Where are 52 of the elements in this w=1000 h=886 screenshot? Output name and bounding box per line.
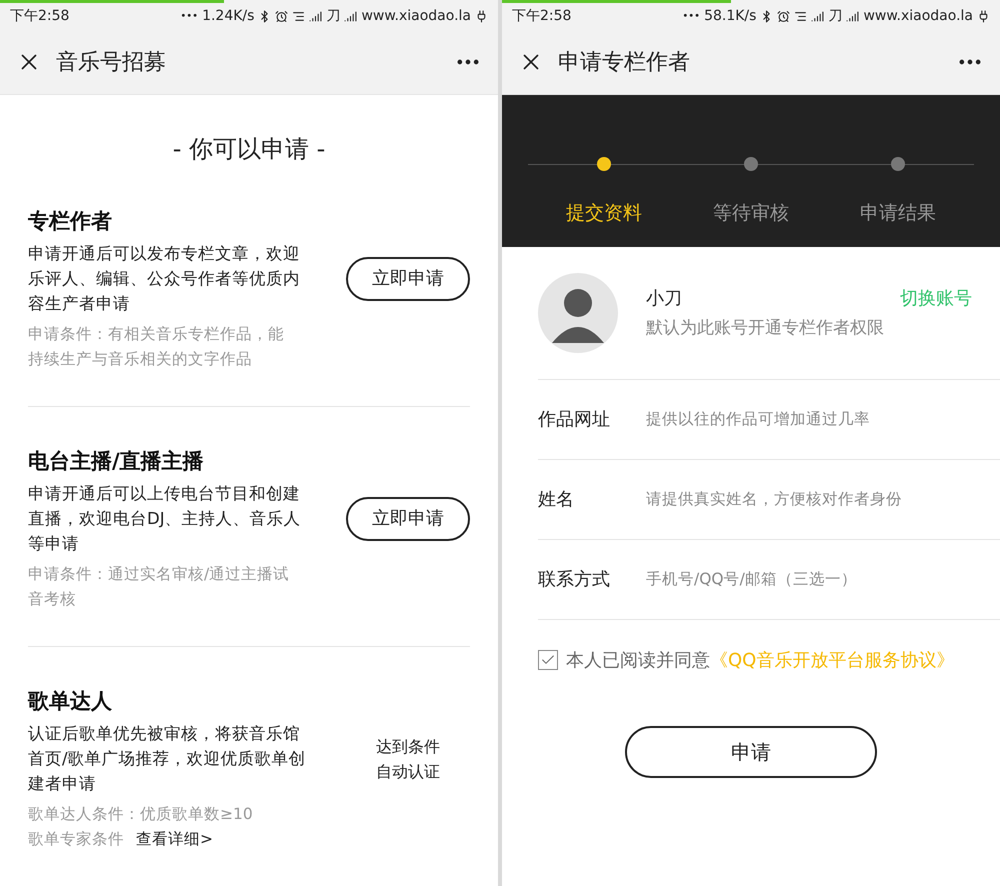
agree-checkbox[interactable] (538, 650, 558, 670)
apply-button[interactable]: 立即申请 (346, 256, 470, 300)
condition-text: 歌单达人条件：优质歌单数≥10 (28, 804, 253, 825)
field-label: 姓名 (538, 488, 575, 512)
lines-icon (794, 10, 808, 23)
lines-icon (292, 10, 306, 23)
more-dots: ••• (180, 10, 198, 24)
signal-icon (344, 10, 358, 23)
section-heading: - 你可以申请 - (172, 134, 326, 165)
field-label: 作品网址 (538, 408, 611, 432)
auto-certify-note: 达到条件 (376, 736, 440, 758)
field-label: 联系方式 (538, 568, 611, 592)
apply-button[interactable]: 立即申请 (346, 496, 470, 540)
account-note: 默认为此账号开通专栏作者权限 (646, 316, 885, 340)
role-title: 歌单达人 (28, 688, 113, 715)
step-label: 等待审核 (713, 201, 789, 226)
condition-text: 申请条件：通过实名审核/通过主播试音考核 (28, 564, 290, 610)
step-label: 申请结果 (860, 201, 936, 226)
input-field[interactable]: 请提供真实姓名，方便核对作者身份 (646, 488, 1000, 512)
details-link[interactable]: 查看详细> (136, 827, 213, 852)
page-title: 音乐号招募 (56, 48, 166, 76)
operator-name: www.xiaodao.la (863, 7, 973, 26)
input-field[interactable]: 提供以往的作品可增加通过几率 (646, 408, 1000, 432)
carrier-name: 刀 (828, 7, 842, 26)
role-title: 电台主播/直播主播 (28, 448, 205, 475)
network-speed: 58.1K/s (704, 7, 756, 26)
signal-icon (811, 10, 824, 23)
role-description: 申请开通后可以发布专栏文章，欢迎乐评人、编辑、公众号作者等优质内容生产者申请 (28, 243, 301, 315)
role-description: 认证后歌单优先被审核，将获音乐馆首页/歌单广场推荐，欢迎优质歌单创建者申请 (28, 723, 307, 795)
status-time: 下午2:58 (512, 7, 572, 26)
charging-icon (977, 10, 990, 23)
carrier-name: 刀 (326, 7, 340, 26)
charging-icon (475, 10, 488, 23)
page-title: 申请专栏作者 (558, 48, 690, 76)
operator-name: www.xiaodao.la (361, 7, 471, 26)
role-description: 申请开通后可以上传电台节目和创建直播，欢迎电台DJ、主持人、音乐人等申请 (28, 483, 302, 555)
user-name: 小刀 (646, 286, 682, 311)
status-time: 下午2:58 (10, 7, 70, 26)
signal-icon (846, 10, 860, 23)
auto-certify-note: 自动认证 (376, 760, 440, 782)
input-field[interactable]: 手机号/QQ号/邮箱（三选一） (646, 568, 1000, 592)
step-label: 提交资料 (566, 201, 642, 226)
network-speed: 1.24K/s (202, 7, 254, 26)
condition-text: 歌单专家条件 (28, 829, 124, 850)
condition-text: 申请条件：有相关音乐专栏作品，能持续生产与音乐相关的文字作品 (28, 324, 285, 370)
signal-icon (309, 10, 322, 23)
submit-button[interactable]: 申请 (625, 726, 877, 778)
alarm-icon (777, 10, 790, 23)
alarm-icon (275, 10, 288, 23)
role-title: 专栏作者 (28, 208, 113, 235)
more-dots: ••• (682, 10, 700, 24)
agreement-text: 本人已阅读并同意 (566, 648, 710, 672)
